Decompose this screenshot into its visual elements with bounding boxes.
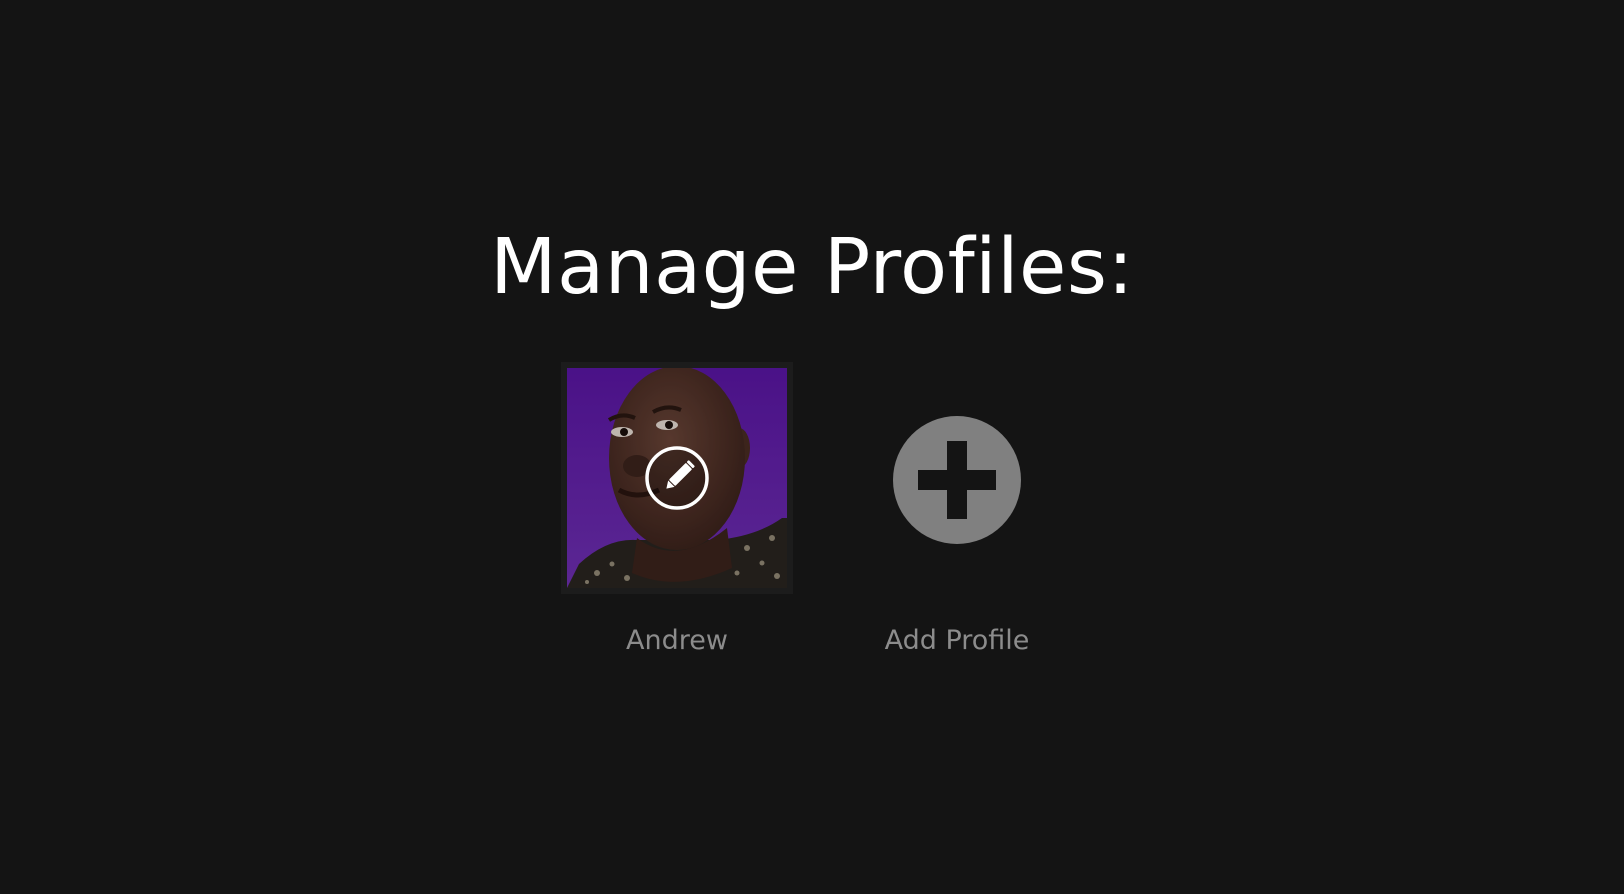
page-title: Manage Profiles: (490, 223, 1134, 312)
add-profile-tile[interactable] (841, 362, 1073, 594)
pencil-edit-icon[interactable] (644, 445, 710, 511)
add-profile-label[interactable]: Add Profile (841, 624, 1073, 658)
manage-profiles-page: Manage Profiles: Andrew Add Profile (0, 0, 1624, 894)
profile-avatar[interactable] (561, 362, 793, 594)
profile-andrew[interactable]: Andrew (561, 362, 793, 658)
add-profile-button[interactable]: Add Profile (841, 362, 1073, 658)
profile-name[interactable]: Andrew (561, 624, 793, 658)
plus-circle-icon[interactable] (893, 416, 1021, 544)
